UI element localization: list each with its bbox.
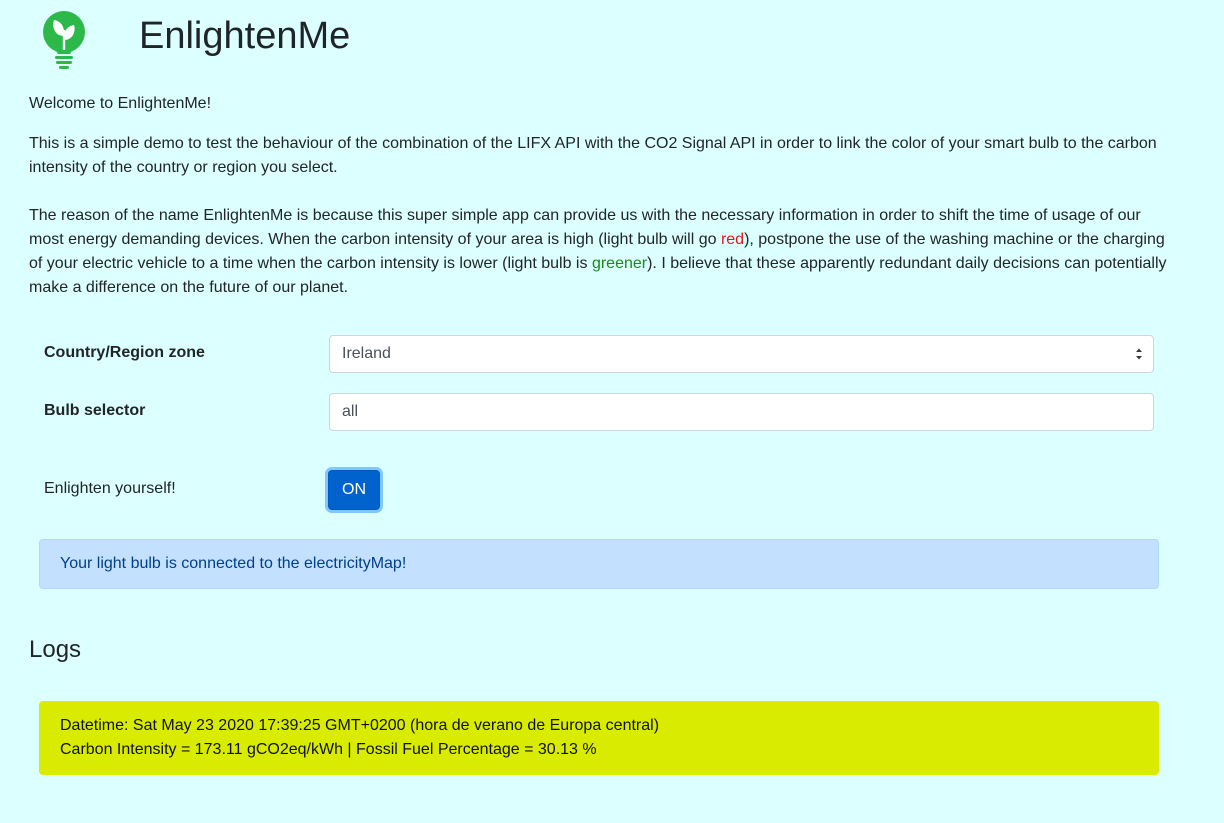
toggle-row: Enlighten yourself! ON <box>44 470 1154 510</box>
zone-row: Country/Region zone Ireland <box>44 335 1154 373</box>
bulb-selector-input[interactable]: all <box>329 393 1154 431</box>
logs-title: Logs <box>29 636 82 663</box>
on-toggle-button[interactable]: ON <box>328 470 380 510</box>
red-word: red <box>720 231 745 248</box>
welcome-text: Welcome to EnlightenMe! <box>29 95 212 112</box>
green-word: greener <box>591 255 648 272</box>
zone-select[interactable]: Ireland <box>329 335 1154 373</box>
log-metrics: Carbon Intensity = 173.11 gCO2eq/kWh | F… <box>60 741 597 758</box>
status-alert: Your light bulb is connected to the elec… <box>39 539 1159 589</box>
bulb-label: Bulb selector <box>44 402 146 419</box>
select-caret-icon <box>1136 348 1142 360</box>
log-datetime: Datetime: Sat May 23 2020 17:39:25 GMT+0… <box>60 717 660 734</box>
bulb-selector-value: all <box>342 403 359 420</box>
intro-section: Welcome to EnlightenMe! This is a simple… <box>29 92 1179 300</box>
toggle-label: Enlighten yourself! <box>44 480 176 497</box>
description-text: This is a simple demo to test the behavi… <box>29 135 1157 176</box>
app-title: EnlightenMe <box>139 15 351 57</box>
zone-select-value: Ireland <box>342 345 391 362</box>
zone-label: Country/Region zone <box>44 344 205 361</box>
bulb-row: Bulb selector all <box>44 393 1154 431</box>
app-header: EnlightenMe <box>40 10 640 74</box>
log-entry: Datetime: Sat May 23 2020 17:39:25 GMT+0… <box>39 701 1159 775</box>
lightbulb-leaf-icon <box>40 10 88 72</box>
reason-text: The reason of the name EnlightenMe is be… <box>29 204 1179 300</box>
